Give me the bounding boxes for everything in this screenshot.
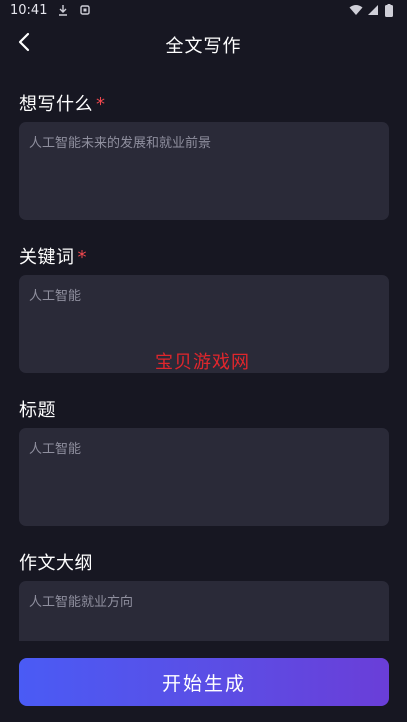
title-value: 人工智能 xyxy=(29,442,82,457)
signal-icon xyxy=(367,4,379,16)
outline-textarea[interactable]: 人工智能就业方向 xyxy=(19,581,389,641)
topic-value: 人工智能未来的发展和就业前景 xyxy=(29,136,212,151)
field-label-title: 标题 xyxy=(19,396,56,422)
download-icon xyxy=(57,4,69,16)
notification-icon xyxy=(79,4,91,16)
start-generate-button[interactable]: 开始生成 xyxy=(19,658,389,706)
watermark: 宝贝游戏网 xyxy=(155,352,250,373)
field-label-topic: 想写什么 * xyxy=(19,90,106,116)
keywords-value: 人工智能 xyxy=(29,289,82,304)
outline-value: 人工智能就业方向 xyxy=(29,595,134,610)
field-label-keywords: 关键词 * xyxy=(19,243,87,269)
status-right xyxy=(349,4,397,17)
full-text-writing-page: 10:41 全文写作 想写什么 * 人工智能未来的发展和就业前景 关键词 * 人… xyxy=(0,0,407,722)
field-label-outline: 作文大纲 xyxy=(19,549,93,575)
status-left: 10:41 xyxy=(10,3,91,18)
title-textarea[interactable]: 人工智能 xyxy=(19,428,389,526)
status-time: 10:41 xyxy=(10,2,48,18)
required-mark: * xyxy=(96,94,106,115)
battery-icon xyxy=(385,4,397,17)
field-label-text: 想写什么 xyxy=(19,94,93,115)
field-label-text: 标题 xyxy=(19,400,56,421)
header: 全文写作 xyxy=(0,24,407,64)
page-title: 全文写作 xyxy=(165,36,242,57)
required-mark: * xyxy=(77,247,87,268)
status-bar: 10:41 xyxy=(0,0,407,20)
field-label-text: 关键词 xyxy=(19,247,75,268)
field-label-text: 作文大纲 xyxy=(19,553,93,574)
topic-textarea[interactable]: 人工智能未来的发展和就业前景 xyxy=(19,122,389,220)
wifi-icon xyxy=(349,4,363,16)
